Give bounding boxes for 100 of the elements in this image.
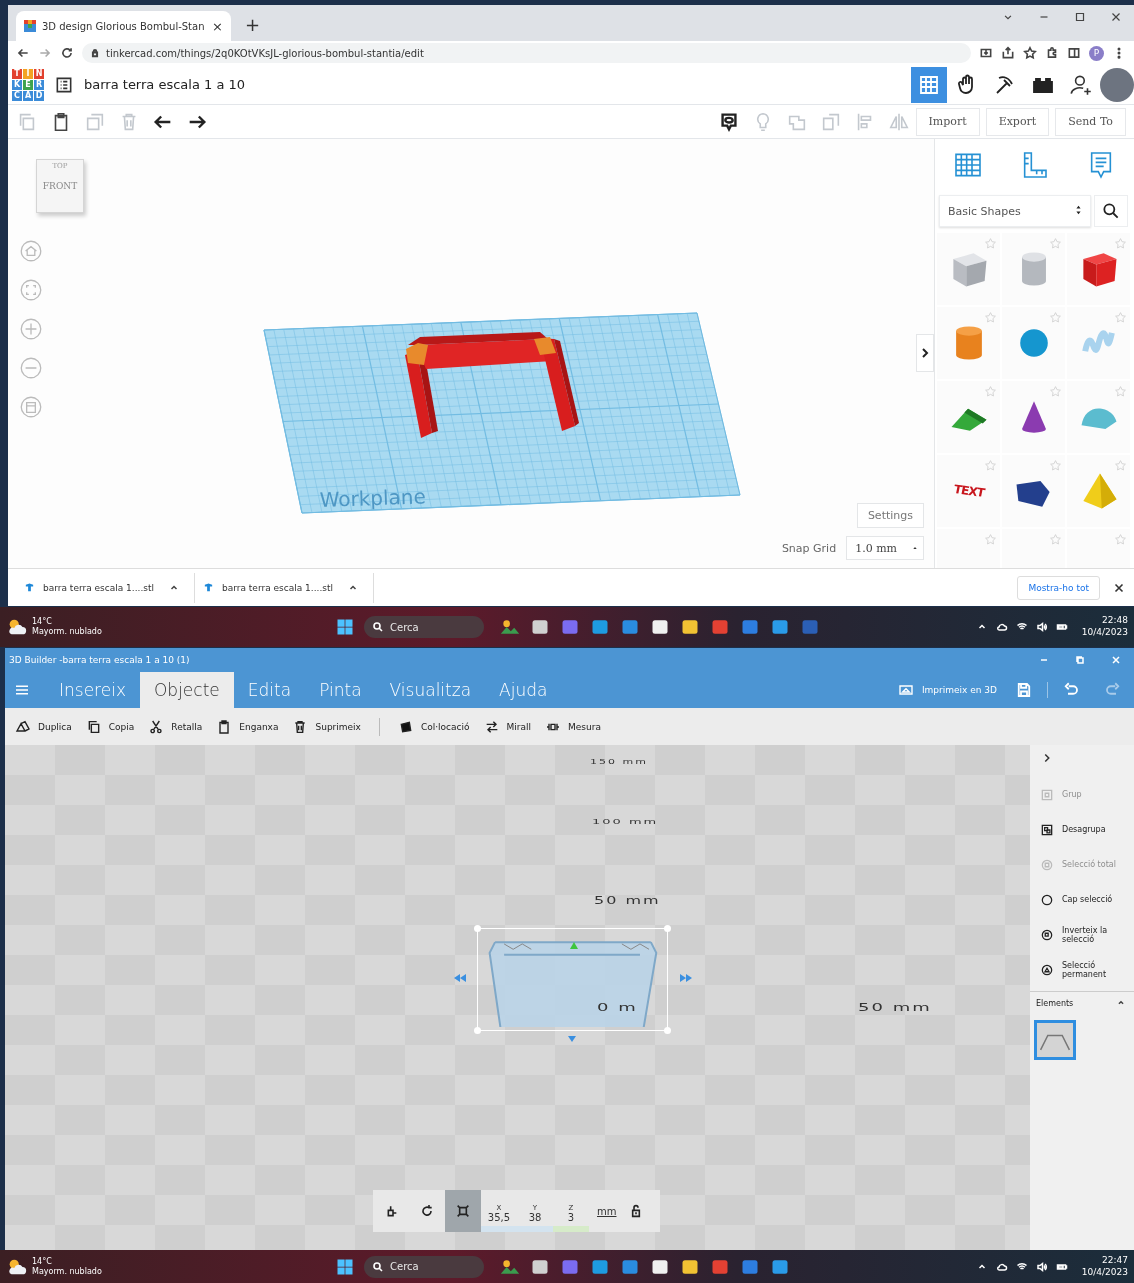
speaker-icon[interactable] — [1035, 1260, 1048, 1273]
unit-button[interactable]: mm — [589, 1190, 625, 1232]
scissors-icon — [148, 718, 165, 735]
shape-tile[interactable] — [1067, 233, 1130, 305]
text-shape-label: TEXT — [953, 481, 984, 501]
ruler-label: 50 mm — [594, 895, 661, 907]
shape-library-select[interactable]: Basic Shapes — [939, 195, 1091, 227]
shape-tile[interactable] — [1067, 381, 1130, 453]
move-right-handle-icon[interactable] — [680, 974, 692, 982]
download-item[interactable]: barra terra escala 1....stl — [16, 572, 195, 603]
toolbar-button[interactable]: Duplica — [13, 718, 74, 735]
element-thumbnail[interactable] — [1034, 1020, 1076, 1060]
user-avatar[interactable] — [1100, 67, 1134, 102]
toolbar-button[interactable]: Suprimeix — [290, 718, 363, 735]
clock[interactable]: 22:47 10/4/2023 — [1081, 1254, 1128, 1279]
toolbar-button[interactable]: Enganxa — [214, 718, 281, 735]
selection-command[interactable]: Cap selecció — [1030, 882, 1134, 917]
resize-handle[interactable] — [474, 925, 481, 932]
ungroup-icon — [1040, 822, 1054, 837]
search-button[interactable] — [1094, 195, 1128, 227]
cloud-icon[interactable] — [995, 621, 1008, 633]
toolbar-button[interactable]: Import — [915, 107, 980, 136]
shape-tile[interactable] — [1002, 381, 1065, 453]
sticky-selection-icon — [1040, 962, 1054, 977]
battery-icon[interactable] — [1055, 621, 1068, 633]
reload-icon[interactable] — [60, 46, 74, 60]
toolbar-button[interactable]: Export — [985, 107, 1050, 136]
selection-command[interactable]: Desagrupa — [1030, 812, 1134, 847]
puzzle-icon[interactable] — [1045, 46, 1059, 60]
maximize-icon[interactable] — [1073, 10, 1087, 24]
close-tab-button[interactable]: × — [212, 18, 223, 34]
design-title[interactable]: barra terra escala 1 a 10 — [84, 77, 246, 92]
move-down-handle-icon[interactable] — [568, 1035, 576, 1043]
move-left-handle-icon[interactable] — [454, 974, 466, 982]
ribbon-tab[interactable]: Objecte — [139, 672, 234, 708]
clock[interactable]: 22:48 10/4/2023 — [1081, 615, 1128, 639]
show-all-button[interactable]: Mostra-ho tot — [1017, 575, 1100, 600]
coordinate-value[interactable]: 35,5 — [487, 1212, 511, 1223]
coordinate-value[interactable]: 38 — [528, 1212, 542, 1223]
select-all-icon — [1040, 857, 1054, 872]
toolbar-button[interactable]: Mesura — [543, 718, 603, 735]
shape-tile[interactable] — [937, 307, 1000, 379]
back-icon[interactable] — [16, 46, 30, 60]
download-item[interactable]: barra terra escala 1....stl — [195, 572, 374, 603]
weather-text: Mayorm. nublado — [32, 627, 102, 637]
scale-mode-button[interactable] — [445, 1190, 481, 1232]
shape-tile[interactable] — [1067, 307, 1130, 379]
toolbar-button[interactable]: Send To — [1055, 107, 1126, 136]
selection-command[interactable]: Selecció permanent — [1030, 952, 1134, 987]
selection-command[interactable]: Inverteix la selecció — [1030, 917, 1134, 952]
duplicate-icon — [15, 718, 31, 735]
restore-icon[interactable] — [1074, 654, 1086, 666]
collapse-panel-button[interactable] — [916, 334, 934, 372]
speaker-icon[interactable] — [1035, 621, 1048, 633]
toolbar-button[interactable]: Col·locació — [395, 718, 472, 735]
widgets-app-icon[interactable] — [500, 617, 520, 637]
share-icon[interactable] — [1001, 46, 1015, 60]
toolbar-button[interactable]: Mirall — [481, 718, 533, 735]
forward-icon[interactable] — [38, 46, 52, 60]
selection-frame[interactable] — [477, 928, 668, 1031]
bracket-model[interactable] — [405, 332, 579, 438]
toolbar-button[interactable]: Retalla — [146, 718, 205, 735]
window-title: 3D Builder -barra terra escala 1 a 10 (1) — [9, 655, 190, 665]
resize-handle[interactable] — [664, 1027, 671, 1034]
shape-tile[interactable] — [937, 233, 1000, 305]
shape-tile[interactable] — [1002, 233, 1065, 305]
resize-handle[interactable] — [474, 1027, 481, 1034]
save-icon[interactable] — [1015, 681, 1033, 699]
move-up-handle-icon[interactable] — [569, 941, 579, 951]
settings-button[interactable]: Settings — [856, 503, 924, 528]
install-icon[interactable] — [979, 46, 993, 60]
logo[interactable]: T I N K E R C A D — [12, 68, 44, 101]
sidebar-icon[interactable] — [1067, 46, 1081, 60]
file-icon — [203, 582, 214, 593]
resize-handle[interactable] — [664, 925, 671, 932]
taskbar-search-field[interactable]: Cerca — [364, 616, 484, 638]
ruler-label: 50 mm — [858, 1001, 932, 1014]
rotate-icon — [419, 1203, 435, 1219]
shape-tile[interactable] — [937, 381, 1000, 453]
windows-logo-icon[interactable] — [336, 1257, 354, 1276]
shape-tile[interactable]: TEXT — [937, 455, 1000, 527]
snap-grid-select[interactable]: 1.0 mm — [846, 536, 924, 560]
profile-avatar[interactable]: P — [1089, 45, 1104, 61]
windows-logo-icon[interactable] — [336, 618, 354, 636]
print-3d-icon — [897, 682, 914, 698]
taskbar-search-field[interactable]: Cerca — [364, 1255, 484, 1278]
toolbar-button[interactable]: Copia — [83, 718, 137, 735]
shape-tile[interactable] — [1002, 455, 1065, 527]
shape-tile[interactable] — [1002, 307, 1065, 379]
invert-selection-icon — [1040, 927, 1054, 942]
temperature: 14°C — [32, 617, 53, 627]
coordinate-value[interactable]: 3 — [567, 1212, 575, 1223]
star-icon[interactable] — [1023, 46, 1037, 60]
search-icon — [1101, 201, 1121, 221]
browser-tab[interactable]: 3D design Glorious Bombul-Stan × — [16, 11, 231, 41]
new-tab-button[interactable]: + — [239, 13, 267, 36]
workplane-label: Workplane — [319, 484, 427, 512]
shape-tile[interactable] — [1067, 455, 1130, 527]
address-bar[interactable]: tinkercad.com/things/2q0KOtVKsJL-glorious-bombul-stantia/edit — [82, 43, 971, 63]
weather-text: Mayorm. nublado — [32, 1266, 102, 1277]
